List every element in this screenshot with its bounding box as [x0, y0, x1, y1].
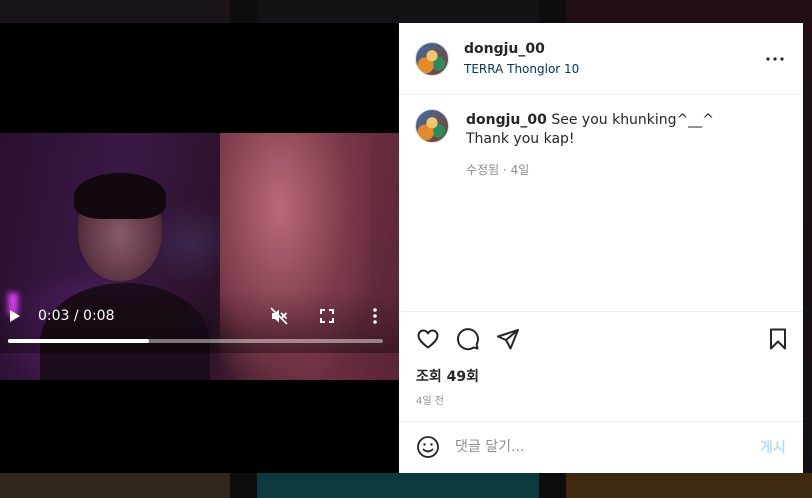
muted-speaker-icon	[270, 307, 288, 325]
post-header: dongju_00 TERRA Thonglor 10	[399, 23, 803, 95]
comment-list: dongju_00 See you khunking^__^ Thank you…	[399, 95, 803, 311]
video-scene-person-hair	[74, 173, 166, 219]
emoji-icon[interactable]	[416, 435, 440, 459]
add-comment-row: 게시	[399, 421, 803, 474]
post-username[interactable]: dongju_00	[464, 41, 545, 57]
comment-body: dongju_00 See you khunking^__^ Thank you…	[466, 111, 786, 149]
vertical-dots-icon	[373, 308, 377, 324]
like-button[interactable]	[416, 327, 440, 351]
video-progress-bar[interactable]	[8, 339, 383, 343]
comment-meta: 수정됨 · 4일	[466, 163, 530, 177]
comment-input[interactable]	[455, 436, 745, 458]
avatar[interactable]	[415, 42, 449, 76]
more-options-button[interactable]	[763, 47, 787, 71]
view-count[interactable]: 조회 49회	[416, 366, 479, 386]
video-player[interactable]: 0:03 / 0:08	[0, 23, 399, 473]
post-location[interactable]: TERRA Thonglor 10	[464, 62, 579, 76]
post-timestamp[interactable]: 4일 전	[416, 392, 444, 407]
comment-button[interactable]	[456, 327, 480, 351]
post-comment-button[interactable]: 게시	[760, 437, 786, 457]
save-button[interactable]	[766, 327, 790, 351]
play-icon	[10, 310, 20, 322]
post-details-panel: dongju_00 TERRA Thonglor 10 dongju_00 Se…	[399, 23, 803, 473]
comment-avatar[interactable]	[415, 109, 449, 143]
comment-text-line2: Thank you kap!	[466, 131, 575, 147]
video-time: 0:03 / 0:08	[38, 308, 115, 324]
video-more-button[interactable]	[365, 305, 385, 327]
mute-button[interactable]	[268, 305, 290, 327]
play-button[interactable]	[5, 306, 25, 326]
post-actions: 조회 49회 4일 전	[399, 311, 803, 422]
comment-text-line1: See you khunking^__^	[551, 112, 715, 128]
video-progress-fill	[8, 339, 149, 343]
comment-username[interactable]: dongju_00	[466, 112, 547, 128]
fullscreen-icon	[320, 309, 334, 323]
fullscreen-button[interactable]	[316, 305, 338, 327]
horizontal-dots-icon	[766, 57, 784, 61]
share-button[interactable]	[496, 327, 520, 351]
